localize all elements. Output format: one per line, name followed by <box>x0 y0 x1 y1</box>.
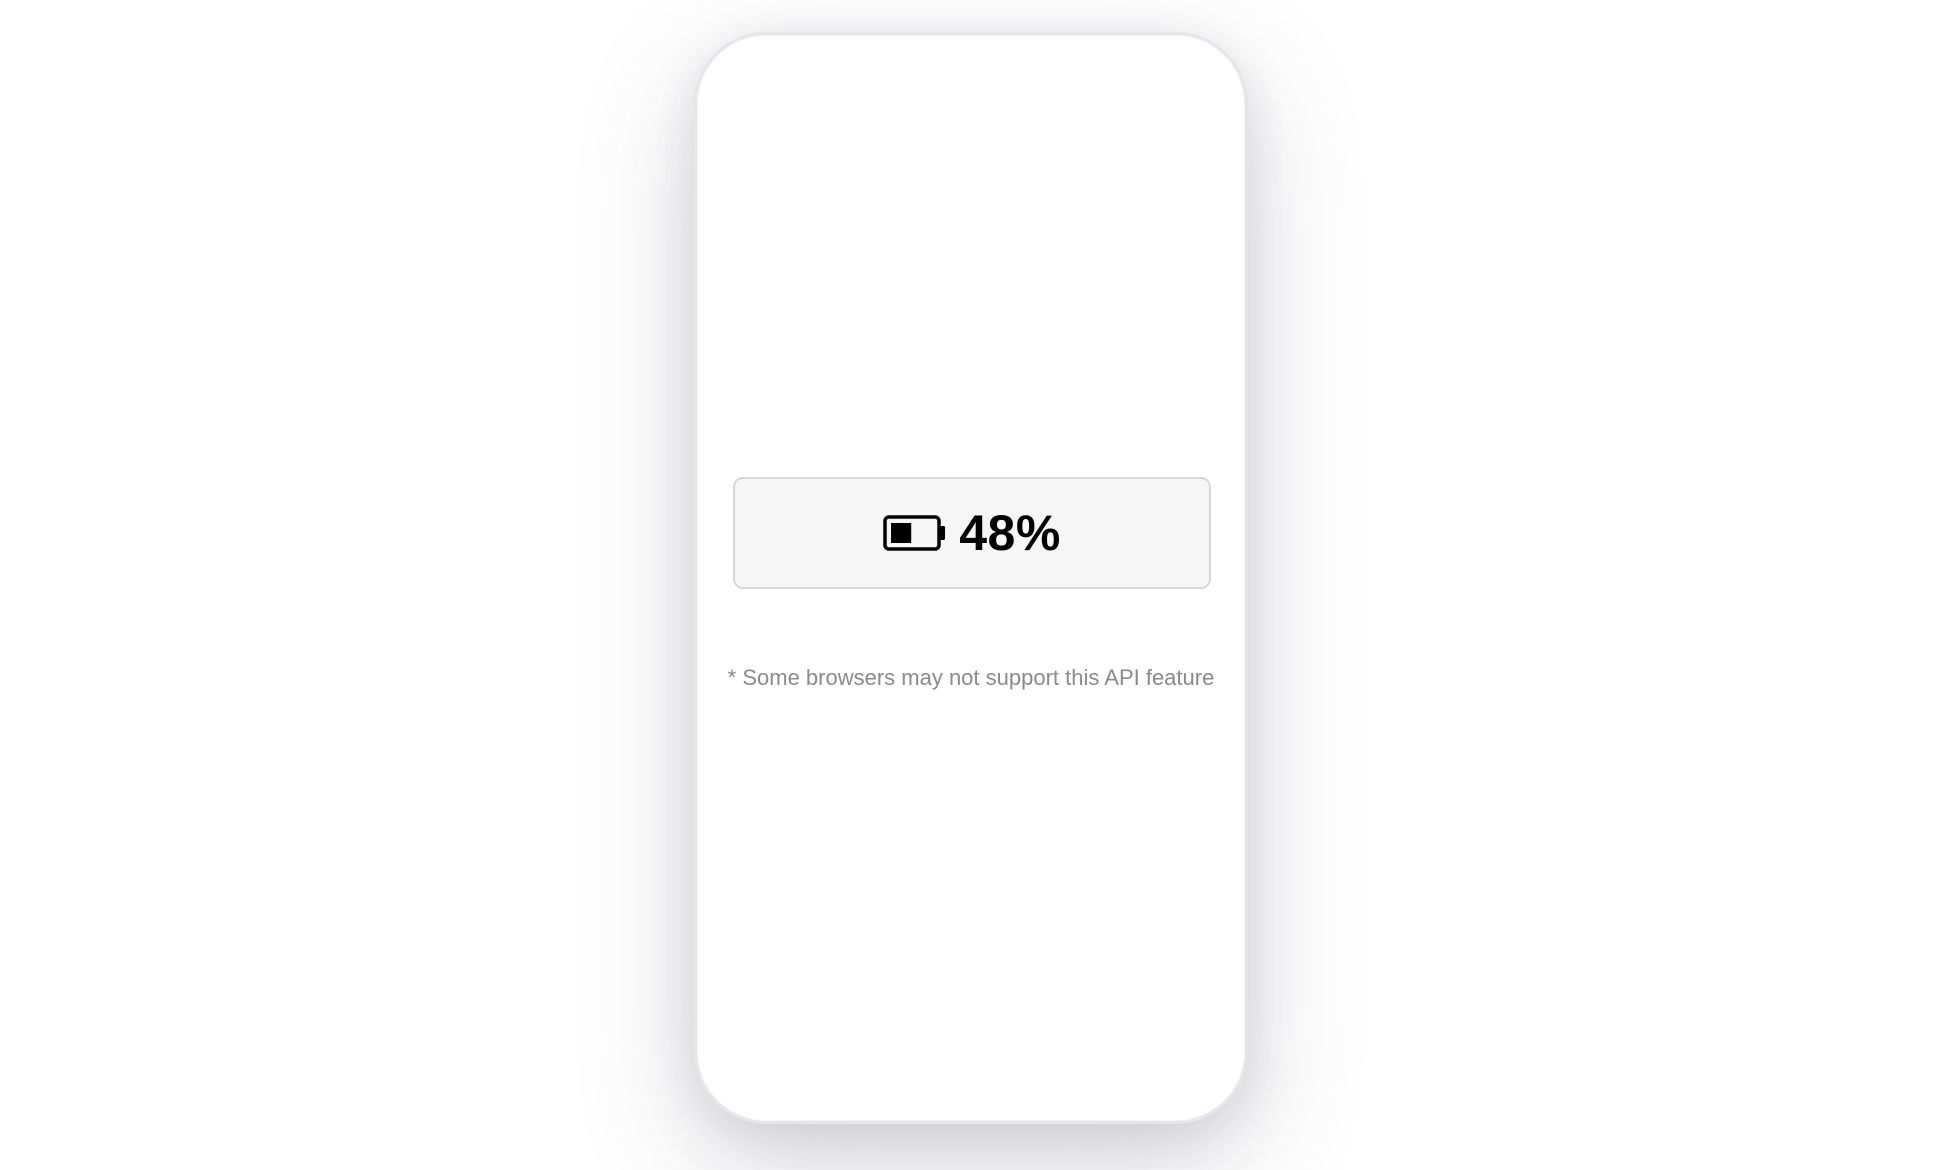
battery-percent-label: 48% <box>959 505 1061 561</box>
battery-half-icon <box>883 515 946 551</box>
battery-fill-level <box>891 523 912 543</box>
phone-frame: 48% * Some browsers may not support this… <box>694 32 1248 1124</box>
battery-status-card: 48% <box>733 477 1211 589</box>
api-support-footnote: * Some browsers may not support this API… <box>727 665 1215 690</box>
